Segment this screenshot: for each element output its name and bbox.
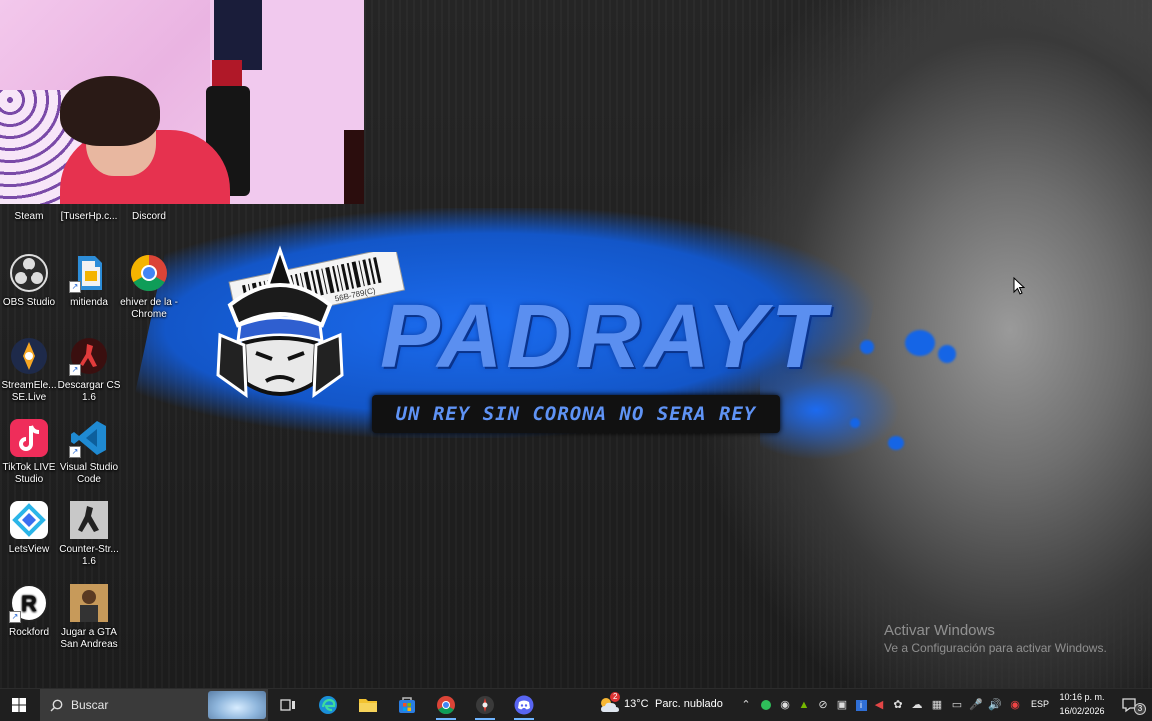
cs-download-icon: ↗: [69, 336, 109, 376]
desktop-icon-chrome-shortcut[interactable]: ehiver de la - Chrome: [114, 253, 184, 321]
clock-date: 16/02/2026: [1059, 706, 1105, 716]
taskbar-file-explorer[interactable]: [350, 689, 386, 721]
store-icon: [399, 697, 415, 713]
tray-microphone-icon[interactable]: 🎤: [969, 698, 983, 712]
obs-icon: [9, 253, 49, 293]
vscode-icon: ↗: [69, 418, 109, 458]
tray-overflow-chevron-icon[interactable]: ⌃: [739, 698, 753, 712]
task-view-button[interactable]: [270, 689, 306, 721]
notification-center-button[interactable]: 3: [1114, 689, 1146, 721]
taskbar-chrome[interactable]: [428, 689, 464, 721]
weather-temperature: 13°C: [624, 698, 649, 710]
brand-title: PADRAYT: [380, 287, 830, 387]
search-highlight-image: [208, 691, 266, 719]
desktop-icon-label: Discord: [132, 211, 166, 222]
desktop-icon-descargar-cs[interactable]: ↗ Descargar CS 1.6: [54, 336, 124, 404]
tray-security-icon[interactable]: ▦: [930, 698, 944, 712]
desktop-icon-vscode[interactable]: ↗ Visual Studio Code: [54, 418, 124, 486]
tray-onedrive-icon[interactable]: ☁: [910, 698, 924, 712]
desktop-icon-label: Counter-Str... 1.6: [59, 544, 119, 567]
letsview-icon: [9, 500, 49, 540]
tray-red-app-icon[interactable]: ◀: [872, 698, 886, 712]
desktop-icon-label: Descargar CS 1.6: [57, 380, 121, 403]
tray-screen-icon[interactable]: ▣: [835, 698, 849, 712]
tray-steam-icon[interactable]: ◉: [778, 698, 792, 712]
tray-chrome-icon[interactable]: ◉: [1008, 698, 1022, 712]
desktop-icon-counter-strike[interactable]: Counter-Str... 1.6: [54, 500, 124, 568]
chrome-icon: [437, 696, 455, 715]
tray-info-icon[interactable]: i: [854, 698, 868, 712]
svg-text:R: R: [21, 591, 37, 616]
search-placeholder: Buscar: [71, 698, 109, 712]
task-view-icon: [280, 699, 295, 711]
taskbar-store[interactable]: [389, 689, 425, 721]
tray-volume-icon[interactable]: 🔊: [988, 698, 1002, 712]
notification-count: 3: [1134, 703, 1146, 715]
activate-windows-subtitle: Ve a Configuración para activar Windows.: [884, 641, 1107, 655]
desktop-icon-label: Jugar a GTA San Andreas: [60, 627, 118, 650]
counter-strike-icon: [69, 500, 109, 540]
tray-steam-client-icon[interactable]: ✿: [891, 698, 905, 712]
taskbar-obs[interactable]: [467, 689, 503, 721]
webcam-overlay: [0, 0, 364, 204]
tray-display-icon[interactable]: ▭: [950, 698, 964, 712]
desktop-icon-gta-san-andreas[interactable]: Jugar a GTA San Andreas: [54, 583, 124, 651]
activate-windows-title: Activar Windows: [884, 622, 995, 639]
edge-icon: [319, 696, 337, 714]
gta-icon: [69, 583, 109, 623]
file-explorer-icon: [359, 699, 377, 712]
tiktok-icon: [9, 418, 49, 458]
desktop-icon-discord[interactable]: Discord: [114, 211, 184, 223]
weather-condition: Parc. nublado: [655, 698, 723, 710]
desktop-icon-label: ehiver de la - Chrome: [120, 297, 178, 320]
obs-taskbar-icon: [476, 696, 494, 714]
start-button[interactable]: [0, 689, 38, 721]
document-icon: ↗: [69, 253, 109, 293]
language-indicator[interactable]: ESP: [1031, 699, 1049, 709]
tray-nvidia-icon[interactable]: ▲: [797, 698, 811, 712]
samurai-logo: [216, 245, 344, 399]
rockford-icon: R ↗: [9, 583, 49, 623]
taskbar-edge[interactable]: [310, 689, 346, 721]
discord-icon: [514, 695, 534, 715]
brand-slogan: UN REY SIN CORONA NO SERA REY: [395, 403, 757, 425]
taskbar-search-box[interactable]: Buscar: [40, 689, 268, 721]
chrome-icon: [129, 253, 169, 293]
windows-start-icon: [12, 698, 26, 712]
taskbar: Buscar 2 13°C Parc. nublado ⌃ ◉ ▲ ⊘ ▣ i …: [0, 688, 1152, 721]
clock-time: 10:16 p. m.: [1059, 692, 1105, 702]
search-icon: [50, 699, 63, 711]
desktop-icon-label: Visual Studio Code: [59, 462, 119, 485]
tray-green-status-icon[interactable]: [759, 698, 773, 712]
streamelements-icon: [9, 336, 49, 376]
mouse-cursor-icon: [1013, 277, 1025, 295]
tray-network-off-icon[interactable]: ⊘: [816, 698, 830, 712]
taskbar-discord[interactable]: [506, 689, 542, 721]
